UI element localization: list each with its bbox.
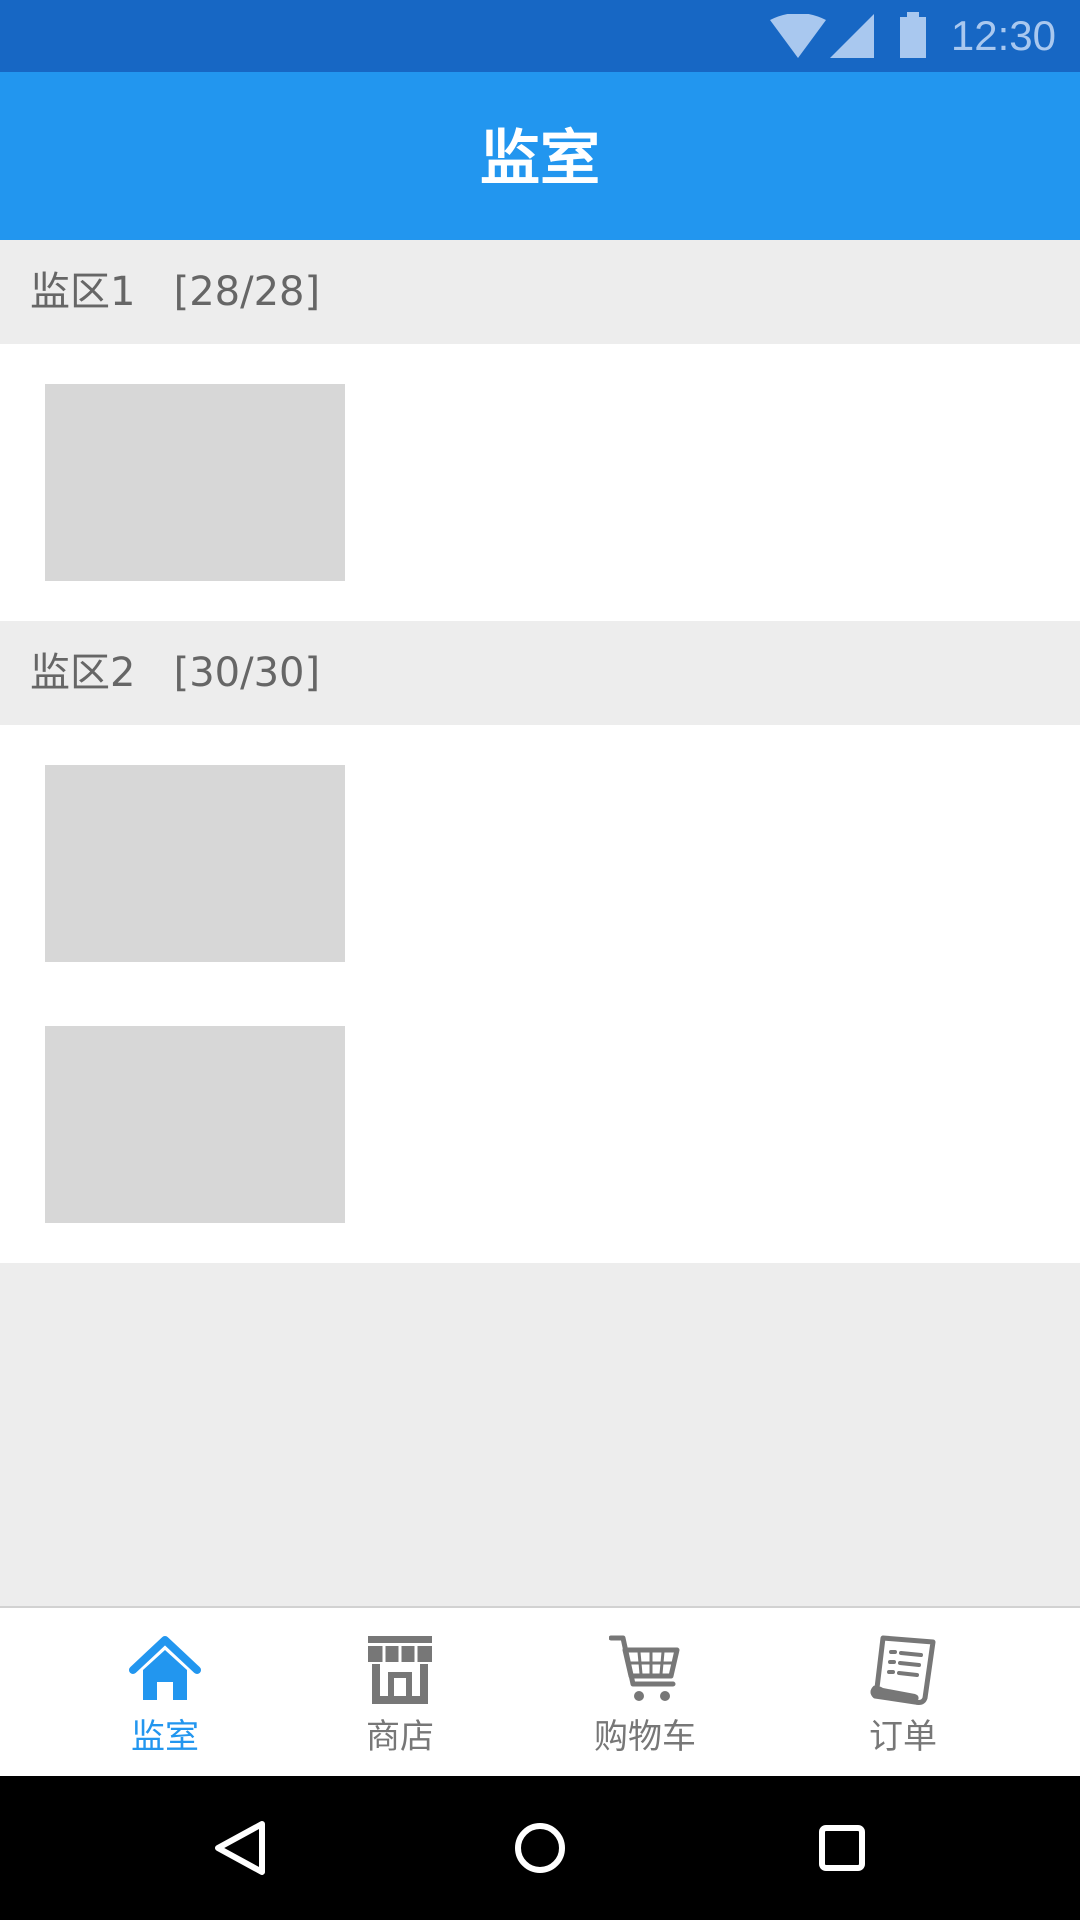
content-list: 监区1 [28/28] 监区2 [30/30] bbox=[0, 240, 1080, 1263]
section-header-1[interactable]: 监区1 [28/28] bbox=[0, 240, 1080, 344]
bottom-tab-bar: 监室 商店 购物车 订单 bbox=[0, 1606, 1080, 1778]
tab-label: 订单 bbox=[869, 1717, 937, 1757]
section-title: 监区1 [28/28] bbox=[30, 269, 321, 315]
section-body-1 bbox=[0, 344, 1080, 621]
app-bar: 监室 bbox=[0, 72, 1080, 240]
home-circle-icon[interactable] bbox=[468, 1776, 612, 1920]
tab-cells[interactable]: 监室 bbox=[65, 1608, 265, 1778]
tab-orders[interactable]: 订单 bbox=[803, 1608, 1003, 1778]
wifi-icon bbox=[770, 14, 826, 58]
cart-icon bbox=[609, 1635, 680, 1701]
camera-thumbnail[interactable] bbox=[45, 384, 345, 581]
status-time: 12:30 bbox=[950, 12, 1056, 59]
home-icon bbox=[129, 1636, 201, 1700]
tab-label: 监室 bbox=[131, 1717, 199, 1757]
camera-thumbnail[interactable] bbox=[45, 1026, 345, 1223]
section-title: 监区2 [30/30] bbox=[30, 650, 321, 696]
system-nav-bar bbox=[0, 1776, 1080, 1920]
tab-label: 购物车 bbox=[594, 1717, 696, 1757]
tab-cart[interactable]: 购物车 bbox=[545, 1608, 745, 1778]
store-icon bbox=[368, 1636, 432, 1704]
section-body-2 bbox=[0, 725, 1080, 1263]
battery-icon bbox=[900, 12, 926, 58]
status-bar: 12:30 bbox=[0, 0, 1080, 72]
receipt-icon bbox=[870, 1635, 936, 1705]
signal-icon bbox=[830, 14, 874, 58]
tab-store[interactable]: 商店 bbox=[300, 1608, 500, 1778]
tab-label: 商店 bbox=[366, 1717, 434, 1757]
page-title: 监室 bbox=[480, 124, 600, 194]
recents-icon[interactable] bbox=[770, 1776, 914, 1920]
section-header-2[interactable]: 监区2 [30/30] bbox=[0, 621, 1080, 725]
camera-thumbnail[interactable] bbox=[45, 765, 345, 962]
back-icon[interactable] bbox=[168, 1776, 312, 1920]
